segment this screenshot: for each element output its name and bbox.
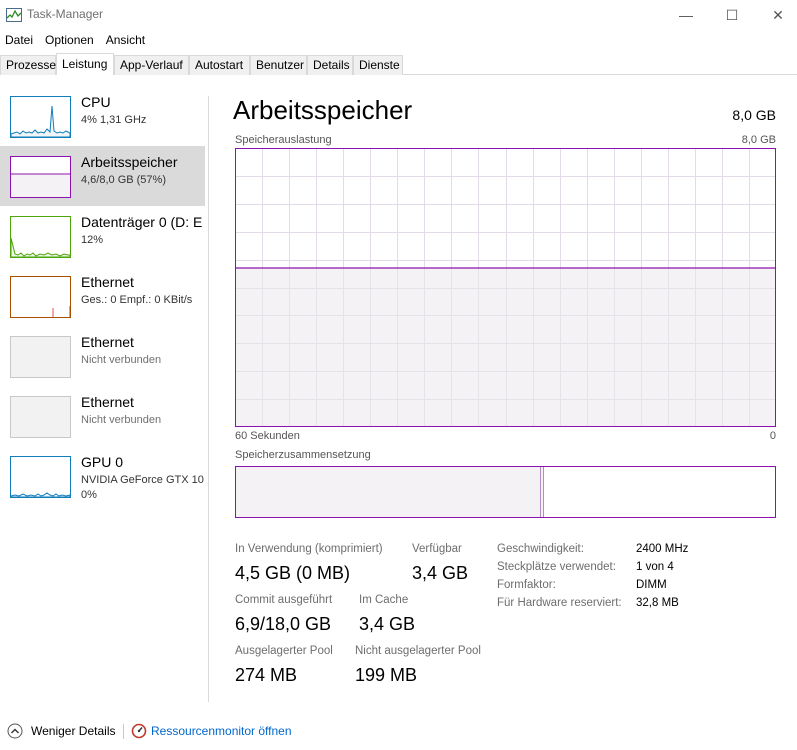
nonpaged-pool-value: 199 MB [355, 665, 418, 685]
sidebar-item-subtitle: NVIDIA GeForce GTX 10 [81, 474, 204, 486]
sidebar-item-title: CPU [81, 94, 111, 110]
footer-bar: Weniger Details Ressourcenmonitor öffnen [0, 716, 797, 746]
speed-label: Geschwindigkeit: [497, 543, 584, 555]
footer-separator [123, 724, 124, 739]
sidebar-item-ethernet-1[interactable]: Ethernet Ges.: 0 Empf.: 0 KBit/s [0, 266, 205, 326]
sidebar-item-ethernet-2[interactable]: Ethernet Nicht verbunden [0, 326, 205, 386]
menu-ansicht[interactable]: Ansicht [101, 31, 152, 49]
menu-optionen[interactable]: Optionen [40, 31, 101, 49]
cache-label: Im Cache [359, 594, 409, 606]
slots-value: 1 von 4 [636, 561, 674, 573]
sidebar-item-cpu[interactable]: CPU 4% 1,31 GHz [0, 86, 205, 146]
maximize-icon: ☐ [725, 6, 739, 23]
available-label: Verfügbar [412, 543, 462, 555]
tab-bar: Prozesse Leistung App-Verlauf Autostart … [0, 53, 797, 75]
memory-total: 8,0 GB [732, 107, 776, 123]
sidebar-item-subtitle: Nicht verbunden [81, 354, 162, 366]
tab-leistung[interactable]: Leistung [56, 53, 114, 75]
sidebar-item-ethernet-3[interactable]: Ethernet Nicht verbunden [0, 386, 205, 446]
composition-in-use [235, 466, 543, 518]
resource-sidebar: CPU 4% 1,31 GHz Arbeitsspeicher 4,6/8,0 … [0, 86, 209, 704]
form-factor-label: Formfaktor: [497, 579, 556, 591]
sidebar-item-subtitle: 12% [81, 234, 104, 246]
resource-monitor-icon[interactable] [131, 723, 147, 739]
close-icon: ✕ [772, 6, 784, 23]
window-title: Task-Manager [27, 7, 104, 21]
cache-value: 3,4 GB [359, 614, 416, 634]
tab-autostart[interactable]: Autostart [189, 55, 250, 75]
tab-app-verlauf[interactable]: App-Verlauf [114, 55, 189, 75]
gpu-thumbnail-graph [10, 456, 71, 498]
sidebar-divider [208, 96, 209, 702]
sidebar-item-title: Arbeitsspeicher [81, 154, 178, 170]
nonpaged-pool-label: Nicht ausgelagerter Pool [355, 645, 481, 657]
tab-benutzer[interactable]: Benutzer [250, 55, 307, 75]
disk-thumbnail-graph [10, 216, 71, 258]
sidebar-item-gpu[interactable]: GPU 0 NVIDIA GeForce GTX 10 0% [0, 446, 205, 510]
memory-thumbnail-graph [10, 156, 71, 198]
ethernet-thumbnail-graph [10, 336, 71, 378]
minimize-button[interactable]: — [663, 0, 709, 30]
memory-composition-bar [235, 466, 776, 518]
speed-value: 2400 MHz [636, 543, 689, 555]
sidebar-item-subtitle-2: 0% [81, 489, 97, 501]
sidebar-item-memory[interactable]: Arbeitsspeicher 4,6/8,0 GB (57%) [0, 146, 205, 206]
tab-details[interactable]: Details [307, 55, 353, 75]
form-factor-value: DIMM [636, 579, 667, 591]
chevron-up-circle-icon[interactable] [7, 723, 23, 739]
hardware-reserved-label: Für Hardware reserviert: [497, 597, 622, 609]
sidebar-item-title: Ethernet [81, 274, 134, 290]
usage-chart-label: Speicherauslastung [235, 134, 332, 146]
composition-label: Speicherzusammensetzung [235, 449, 371, 461]
maximize-button[interactable]: ☐ [709, 0, 755, 30]
hardware-reserved-value: 32,8 MB [636, 597, 679, 609]
tab-dienste[interactable]: Dienste [353, 55, 403, 75]
x-axis-right-label: 0 [769, 430, 776, 442]
fewer-details-button[interactable]: Weniger Details [31, 724, 115, 738]
sidebar-item-title: Ethernet [81, 334, 134, 350]
tab-prozesse[interactable]: Prozesse [0, 55, 56, 75]
menu-datei[interactable]: Datei [0, 31, 40, 49]
slots-label: Steckplätze verwendet: [497, 561, 616, 573]
commit-value: 6,9/18,0 GB [235, 614, 332, 634]
paged-pool-label: Ausgelagerter Pool [235, 645, 333, 657]
title-bar: Task-Manager — ☐ ✕ [0, 0, 797, 30]
close-button[interactable]: ✕ [755, 0, 797, 30]
x-axis-left-label: 60 Sekunden [235, 430, 300, 442]
sidebar-item-subtitle: Ges.: 0 Empf.: 0 KBit/s [81, 294, 193, 306]
paged-pool-value: 274 MB [235, 665, 298, 685]
available-value: 3,4 GB [412, 563, 469, 583]
sidebar-item-subtitle: Nicht verbunden [81, 414, 162, 426]
in-use-label: In Verwendung (komprimiert) [235, 543, 383, 555]
sidebar-item-disk[interactable]: Datenträger 0 (D: E 12% [0, 206, 205, 266]
cpu-thumbnail-graph [10, 96, 71, 138]
open-resource-monitor-link[interactable]: Ressourcenmonitor öffnen [151, 724, 292, 738]
in-use-value: 4,5 GB (0 MB) [235, 563, 351, 583]
task-manager-icon [6, 8, 22, 22]
ethernet-thumbnail-graph [10, 396, 71, 438]
ethernet-thumbnail-graph [10, 276, 71, 318]
memory-usage-graph [235, 148, 776, 427]
sidebar-item-title: GPU 0 [81, 454, 124, 470]
menu-bar: Datei Optionen Ansicht [0, 31, 152, 49]
minimize-icon: — [679, 7, 693, 23]
sidebar-item-subtitle: 4,6/8,0 GB (57%) [81, 174, 166, 186]
sidebar-item-subtitle: 4% 1,31 GHz [81, 114, 147, 126]
commit-label: Commit ausgeführt [235, 594, 333, 606]
sidebar-item-title: Ethernet [81, 394, 134, 410]
usage-chart-max-label: 8,0 GB [741, 134, 776, 146]
page-title: Arbeitsspeicher [233, 95, 413, 125]
sidebar-item-title: Datenträger 0 (D: E [81, 214, 203, 230]
